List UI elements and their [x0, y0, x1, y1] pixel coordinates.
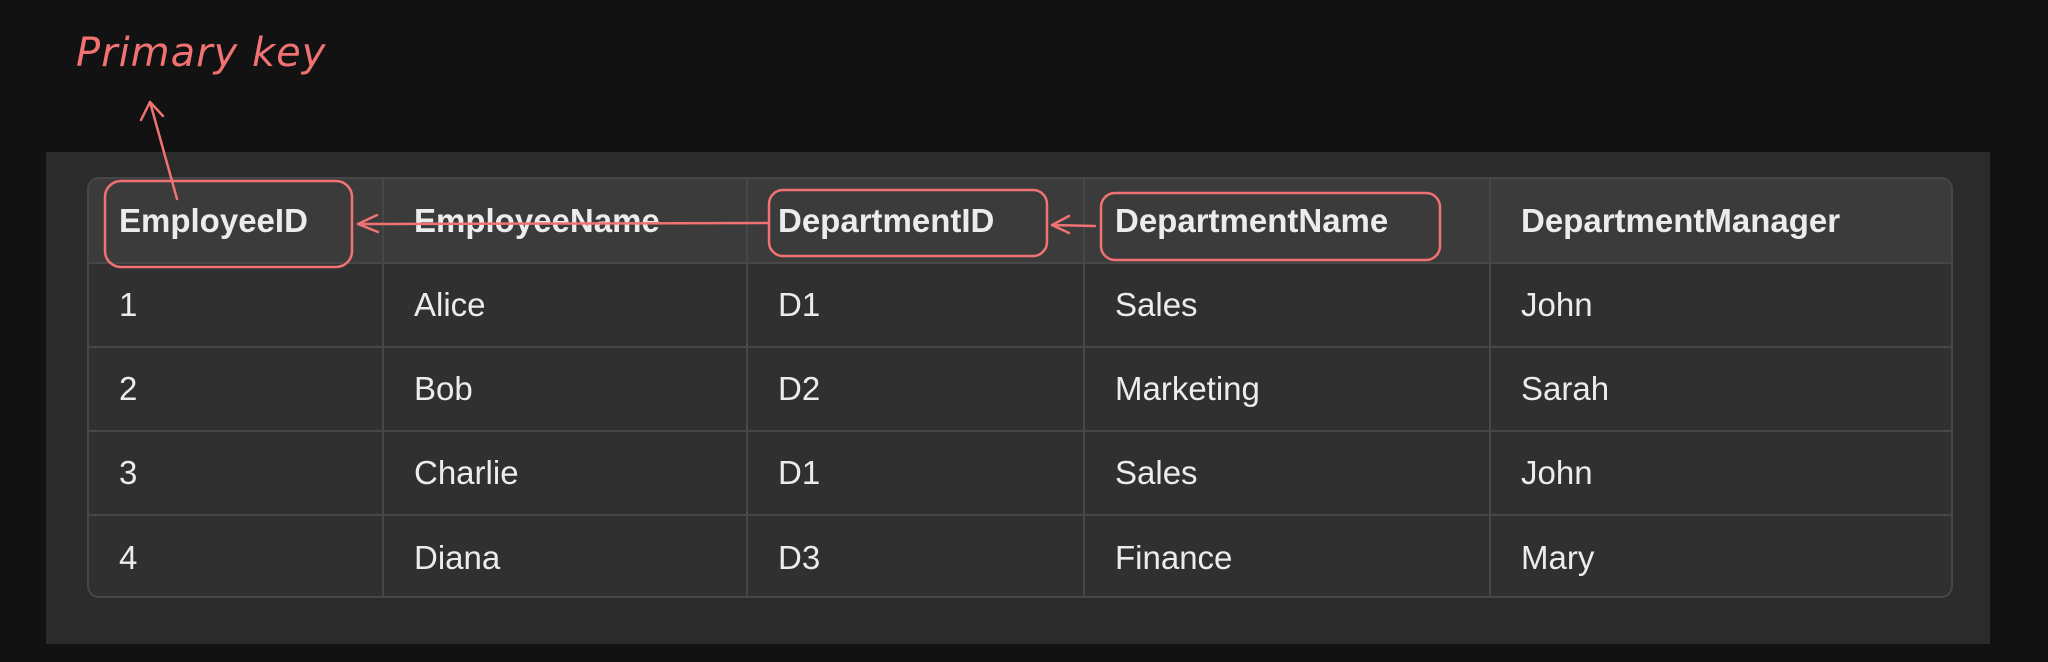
table-row: 3 Charlie D1 Sales John [89, 430, 1951, 516]
cell-employee-name: Charlie [382, 430, 748, 516]
cell-employee-id: 4 [89, 514, 384, 596]
cell-employee-name: Diana [382, 514, 748, 596]
cell-employee-name: Alice [382, 262, 748, 348]
header-department-name: DepartmentName [1083, 179, 1491, 264]
header-department-manager: DepartmentManager [1489, 179, 1951, 264]
primary-key-label: Primary key [76, 30, 327, 76]
cell-department-manager: Mary [1489, 514, 1951, 596]
cell-department-manager: John [1489, 430, 1951, 516]
cell-department-name: Marketing [1083, 346, 1491, 432]
cell-employee-id: 2 [89, 346, 384, 432]
primary-key-arrow-head [139, 100, 165, 122]
cell-employee-id: 1 [89, 262, 384, 348]
cell-department-name: Sales [1083, 430, 1491, 516]
cell-department-id: D2 [746, 346, 1085, 432]
header-department-id: DepartmentID [746, 179, 1085, 264]
cell-department-manager: John [1489, 262, 1951, 348]
table-row: 1 Alice D1 Sales John [89, 262, 1951, 348]
header-employee-id: EmployeeID [89, 179, 384, 264]
table-row: 4 Diana D3 Finance Mary [89, 514, 1951, 596]
cell-employee-name: Bob [382, 346, 748, 432]
cell-department-id: D3 [746, 514, 1085, 596]
cell-department-name: Finance [1083, 514, 1491, 596]
employee-table: EmployeeID EmployeeName DepartmentID Dep… [87, 177, 1953, 598]
cell-department-id: D1 [746, 262, 1085, 348]
cell-department-manager: Sarah [1489, 346, 1951, 432]
cell-department-name: Sales [1083, 262, 1491, 348]
cell-employee-id: 3 [89, 430, 384, 516]
table-row: 2 Bob D2 Marketing Sarah [89, 346, 1951, 432]
cell-department-id: D1 [746, 430, 1085, 516]
header-row: EmployeeID EmployeeName DepartmentID Dep… [89, 179, 1951, 264]
header-employee-name: EmployeeName [382, 179, 748, 264]
